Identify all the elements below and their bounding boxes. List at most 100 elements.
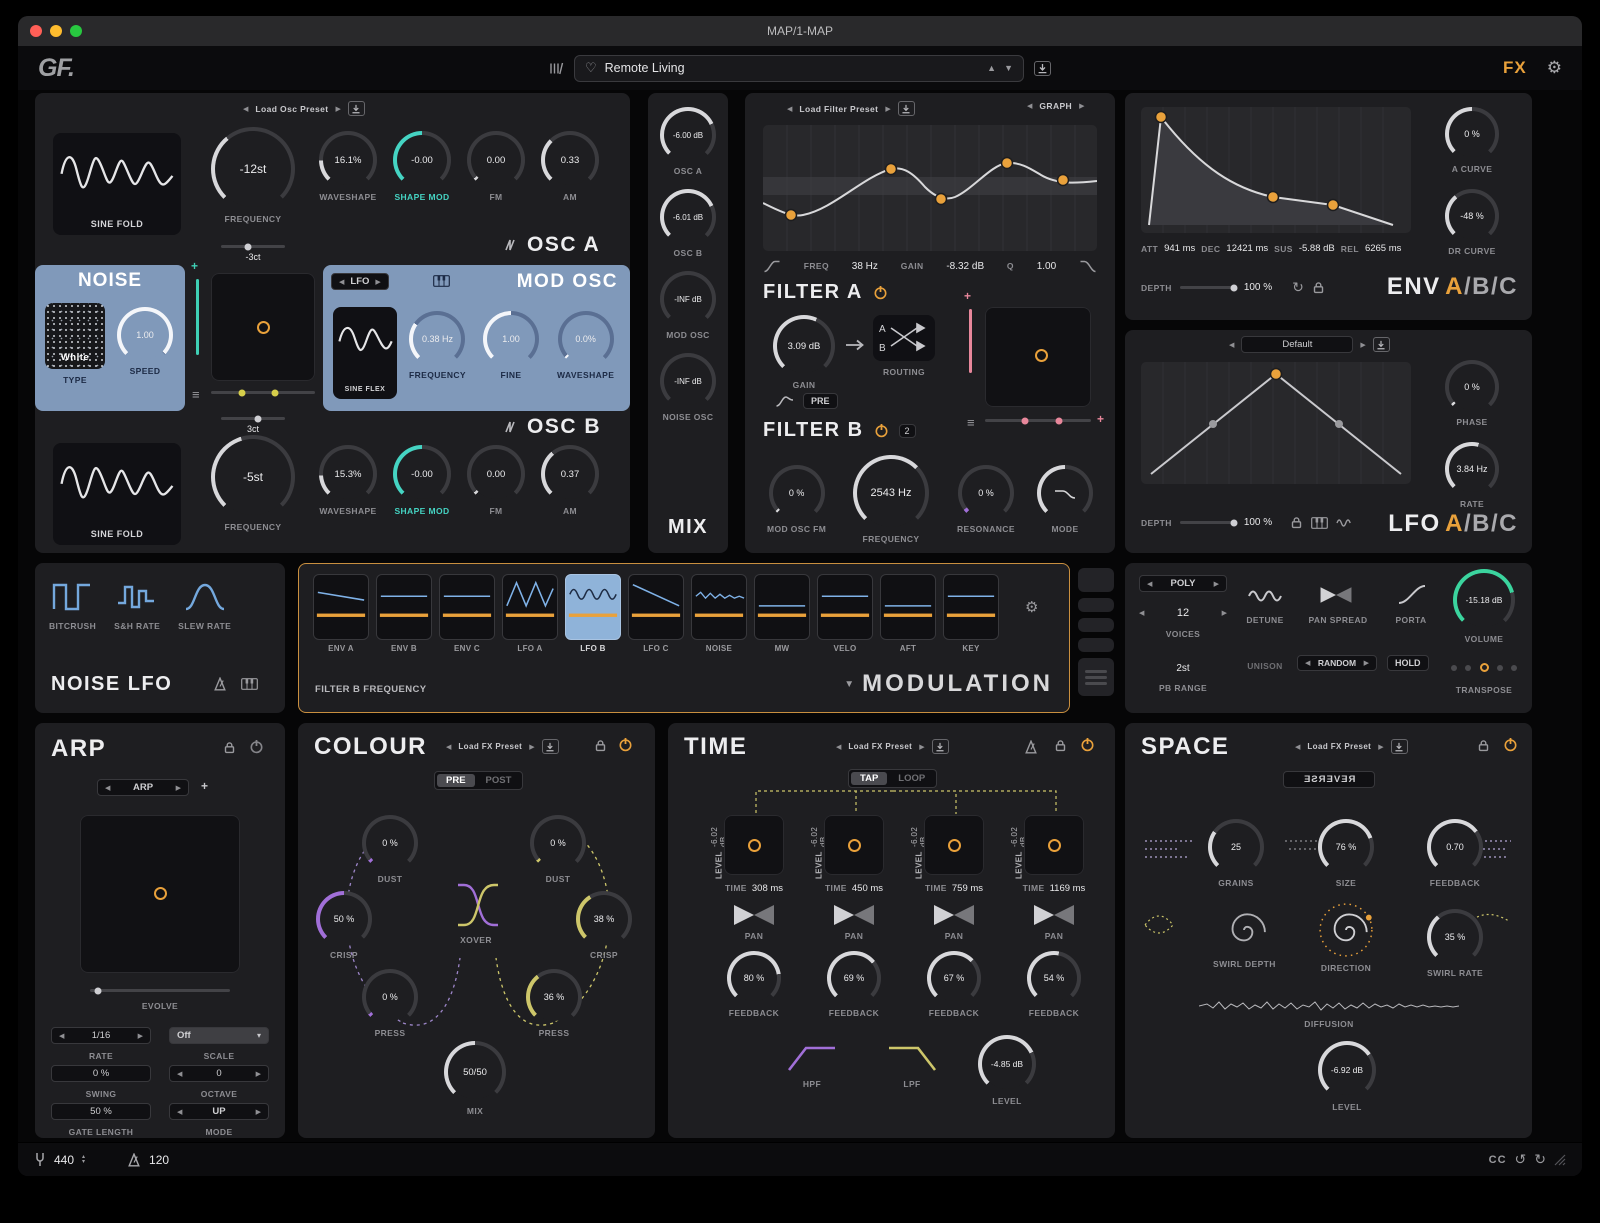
prev-icon[interactable]: ◀ <box>787 105 792 113</box>
lfo-keytrack-piano-icon[interactable] <box>1311 517 1328 529</box>
pan-spread-bowtie-icon[interactable] <box>1319 585 1353 605</box>
next-icon[interactable]: ▶ <box>1222 609 1227 617</box>
space-lock-icon[interactable] <box>1477 739 1490 752</box>
transpose-dots[interactable] <box>1451 663 1517 672</box>
decay-value[interactable]: 12421 ms <box>1226 243 1268 254</box>
filter-pad-hslider[interactable] <box>985 419 1091 422</box>
next-icon[interactable]: ▶ <box>1360 341 1365 349</box>
detune-wave-icon[interactable] <box>1247 587 1283 605</box>
mod-page-chip[interactable] <box>1078 638 1114 652</box>
mod-osc-frequency-knob[interactable]: 0.38 HzFREQUENCY <box>409 311 466 380</box>
prev-icon[interactable]: ◀ <box>1295 743 1300 751</box>
noise-mod-vslider[interactable] <box>196 279 199 355</box>
pre-toggle[interactable]: PRE <box>803 393 838 409</box>
osc-b-am-knob[interactable]: 0.37AM <box>541 445 599 516</box>
dust-right-knob[interactable]: 0 %DUST <box>530 815 586 884</box>
mod-osc-fine-knob[interactable]: 1.00FINE <box>483 311 539 380</box>
zoom-button[interactable] <box>70 25 82 37</box>
release-value[interactable]: 6265 ms <box>1365 243 1401 254</box>
save-preset-icon[interactable] <box>1034 61 1051 76</box>
tap4-time[interactable]: TIME1169 ms <box>1008 883 1100 894</box>
mod-settings-gear-icon[interactable]: ⚙ <box>1025 598 1038 616</box>
tap4-pan-bowtie-icon[interactable] <box>1032 903 1076 927</box>
preset-browser-icon[interactable] <box>549 62 564 75</box>
prev-icon[interactable]: ◀ <box>1305 659 1310 667</box>
filter-routing-display[interactable]: AB <box>873 315 935 361</box>
reverse-toggle[interactable]: REVERSE <box>1283 771 1375 788</box>
evolve-slider[interactable] <box>90 989 230 992</box>
gain-value[interactable]: -8.32 dB <box>946 261 984 272</box>
hold-toggle[interactable]: HOLD <box>1387 655 1429 671</box>
next-icon[interactable]: ▶ <box>256 1108 261 1116</box>
next-icon[interactable]: ▶ <box>176 784 181 792</box>
filter-graph-selector[interactable]: ◀ GRAPH ▶ <box>1027 101 1084 111</box>
tuning-fork-icon[interactable] <box>34 1152 46 1167</box>
random-selector[interactable]: ◀RANDOM▶ <box>1297 655 1377 671</box>
tap-option[interactable]: TAP <box>851 772 887 785</box>
mod-slot-key[interactable]: KEY <box>943 574 999 653</box>
voice-count-stepper[interactable]: ◀12▶ <box>1139 607 1227 619</box>
tuning-value[interactable]: 440 <box>54 1153 74 1167</box>
preset-name[interactable]: Remote Living <box>605 61 980 75</box>
noise-lfo-piano-icon[interactable] <box>241 678 258 690</box>
tap-loop-toggle[interactable]: TAPLOOP <box>848 769 937 788</box>
favorite-heart-icon[interactable]: ♡ <box>585 60 597 76</box>
filter-preset-loader[interactable]: ◀ Load Filter Preset ▶ <box>787 101 915 116</box>
mix-noise-osc-knob[interactable]: -INF dBNOISE OSC <box>660 353 716 422</box>
osc-a-shapemod-knob[interactable]: -0.00SHAPE MOD <box>393 131 451 202</box>
post-option[interactable]: POST <box>477 774 521 787</box>
sustain-value[interactable]: -5.88 dB <box>1299 243 1335 254</box>
tap2-pan-bowtie-icon[interactable] <box>832 903 876 927</box>
osc-pad-menu-icon[interactable]: ≡ <box>192 387 200 402</box>
download-icon[interactable] <box>542 739 559 754</box>
arp-mode-selector[interactable]: ◀ARP▶ <box>97 779 189 796</box>
press-left-knob[interactable]: 0 %PRESS <box>362 969 418 1038</box>
gate-length-value[interactable]: 50 % <box>51 1103 151 1120</box>
arp-direction-stepper[interactable]: ◀UP▶ <box>169 1103 269 1120</box>
arp-add-icon[interactable]: + <box>201 779 208 793</box>
space-feedback-knob[interactable]: 0.70FEEDBACK <box>1427 819 1483 888</box>
next-icon[interactable]: ▶ <box>1079 102 1084 110</box>
highcut-slope-icon[interactable] <box>1079 259 1097 273</box>
mod-osc-waveshape-knob[interactable]: 0.0%WAVESHAPE <box>557 311 614 380</box>
prev-icon[interactable]: ◀ <box>59 1032 64 1040</box>
prev-icon[interactable]: ◀ <box>177 1070 182 1078</box>
slew-rate-control[interactable]: SLEW RATE <box>178 577 231 631</box>
filter-response-graph[interactable] <box>763 125 1097 251</box>
lowcut-slope-icon[interactable] <box>763 259 781 273</box>
mod-slot-mw[interactable]: MW <box>754 574 810 653</box>
tap3-pan-bowtie-icon[interactable] <box>932 903 976 927</box>
osc-a-frequency-knob[interactable]: -12st FREQUENCY <box>211 127 295 224</box>
tap2-time[interactable]: TIME450 ms <box>808 883 900 894</box>
osc-pad-hslider[interactable] <box>211 391 315 394</box>
time-preset-loader[interactable]: ◀Load FX Preset▶ <box>836 739 949 754</box>
lfo-preset-loader[interactable]: ◀ Default ▶ <box>1229 336 1390 353</box>
osc-b-fine-slider[interactable]: 3ct <box>218 417 288 434</box>
prev-icon[interactable]: ◀ <box>836 743 841 751</box>
env-depth-slider[interactable] <box>1180 286 1236 289</box>
colour-mix-knob[interactable]: 50/50MIX <box>444 1041 506 1116</box>
arp-rate-stepper[interactable]: ◀1/16▶ <box>51 1027 151 1044</box>
preset-bar[interactable]: ♡ Remote Living ▲ ▼ <box>574 55 1024 82</box>
q-value[interactable]: 1.00 <box>1037 261 1056 272</box>
download-icon[interactable] <box>898 101 915 116</box>
lfo-tab-a[interactable]: A <box>1445 510 1464 537</box>
size-knob[interactable]: 76 %SIZE <box>1318 819 1374 888</box>
mod-slot-env-a[interactable]: ENV A <box>313 574 369 653</box>
poly-mode-selector[interactable]: ◀POLY▶ <box>1139 575 1227 592</box>
close-button[interactable] <box>30 25 42 37</box>
tap4-xy-pad[interactable] <box>1024 815 1084 875</box>
mod-slot-noise[interactable]: NOISE <box>691 574 747 653</box>
next-icon[interactable]: ▶ <box>256 1070 261 1078</box>
time-level-knob[interactable]: -4.85 dBLEVEL <box>978 1035 1036 1106</box>
lpf-control[interactable]: LPF <box>886 1043 938 1089</box>
mod-slot-env-c[interactable]: ENV C <box>439 574 495 653</box>
bitcrush-control[interactable]: BITCRUSH <box>49 577 96 631</box>
filter-frequency-knob[interactable]: 2543 HzFREQUENCY <box>853 455 929 544</box>
pb-range-value[interactable]: 2st <box>1139 663 1227 674</box>
filter-xy-pad[interactable] <box>985 307 1091 407</box>
prev-icon[interactable]: ◀ <box>105 784 110 792</box>
undo-icon[interactable]: ↺ <box>1515 1151 1527 1168</box>
tap2-feedback-knob[interactable]: 69 %FEEDBACK <box>827 951 881 1018</box>
crisp-right-knob[interactable]: 38 %CRISP <box>576 891 632 960</box>
